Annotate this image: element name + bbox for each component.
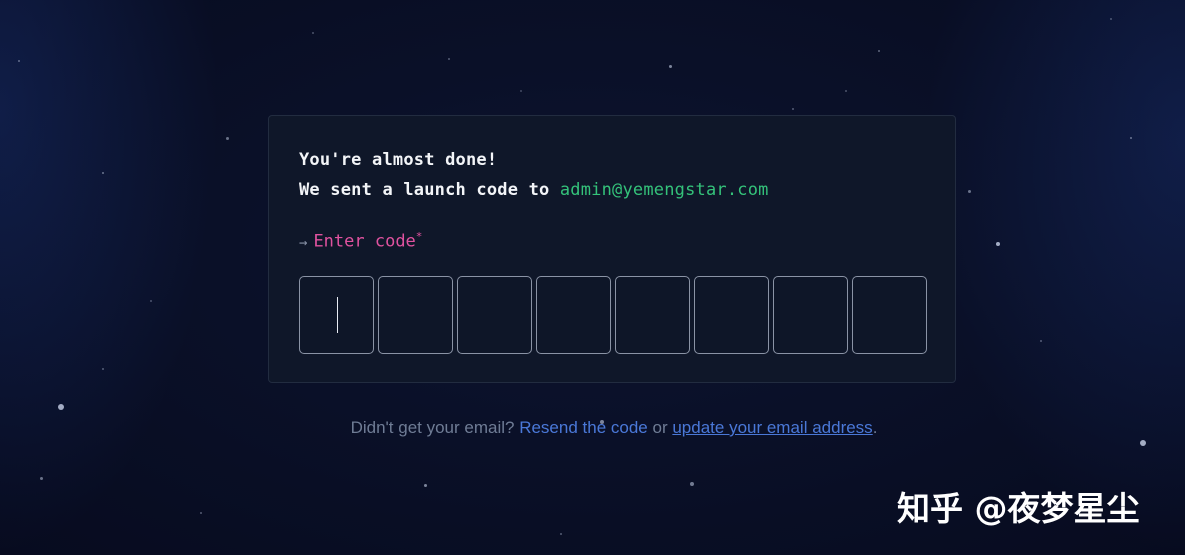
code-digit-6[interactable] (694, 276, 769, 354)
background-glow-right (925, 0, 1185, 555)
star (690, 482, 694, 486)
zhihu-watermark: 知乎 @夜梦星尘 (897, 489, 1140, 528)
star (1140, 440, 1146, 446)
star (102, 368, 104, 370)
footer-period: . (872, 418, 878, 437)
star (226, 137, 229, 140)
code-digit-2[interactable] (378, 276, 453, 354)
update-email-link[interactable]: update your email address (672, 418, 872, 437)
star (520, 90, 522, 92)
enter-code-label: → Enter code* (299, 230, 422, 252)
star (968, 190, 971, 193)
star (150, 300, 152, 302)
star (18, 60, 20, 62)
star (560, 533, 562, 535)
enter-code-text: Enter code (313, 231, 416, 252)
star (845, 90, 847, 92)
star (200, 512, 202, 514)
sent-code-text: We sent a launch code to (299, 180, 560, 200)
background-glow-left (0, 0, 220, 555)
code-digit-5[interactable] (615, 276, 690, 354)
code-digit-1[interactable] (299, 276, 374, 354)
code-input-row (299, 276, 927, 354)
star (1110, 18, 1112, 20)
code-digit-7[interactable] (773, 276, 848, 354)
arrow-right-icon: → (299, 234, 308, 251)
footer-or: or (652, 418, 668, 437)
text-caret (337, 297, 338, 333)
star (792, 108, 794, 110)
email-address: admin@yemengstar.com (559, 180, 769, 200)
sent-code-message: We sent a launch code to admin@yemengsta… (299, 180, 769, 200)
star (312, 32, 314, 34)
star (669, 65, 672, 68)
star (58, 404, 64, 410)
star (1130, 137, 1132, 139)
verification-card: You're almost done! We sent a launch cod… (268, 115, 956, 383)
star (878, 50, 880, 52)
resend-code-link[interactable]: Resend the code (519, 418, 648, 437)
star (102, 172, 104, 174)
footer-question: Didn't get your email? (350, 418, 515, 437)
star (1040, 340, 1042, 342)
code-digit-3[interactable] (457, 276, 532, 354)
almost-done-heading: You're almost done! (299, 150, 498, 170)
code-digit-4[interactable] (536, 276, 611, 354)
star (448, 58, 450, 60)
code-digit-8[interactable] (852, 276, 927, 354)
resend-footer: Didn't get your email? Resend the code o… (0, 418, 1185, 438)
star (40, 477, 43, 480)
star (996, 242, 1000, 246)
required-asterisk: * (415, 230, 423, 243)
star (424, 484, 427, 487)
